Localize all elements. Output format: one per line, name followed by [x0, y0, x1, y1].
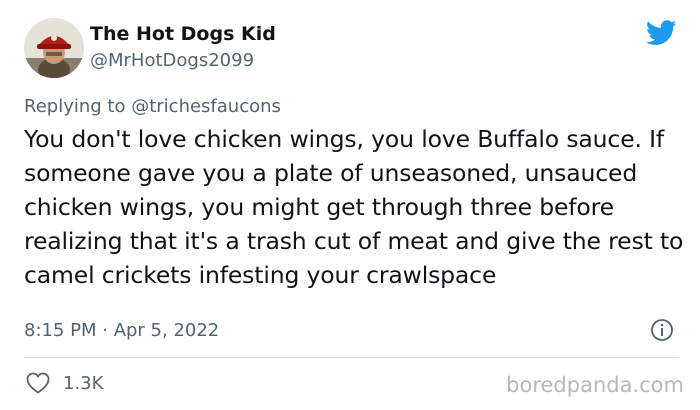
like-count[interactable]: 1.3K	[63, 373, 103, 395]
divider	[24, 357, 678, 358]
avatar[interactable]	[24, 18, 84, 78]
tweet-card: The Hot Dogs Kid @MrHotDogs2099 Replying…	[0, 0, 700, 410]
tweet-timestamp[interactable]: 8:15 PM · Apr 5, 2022	[24, 320, 219, 342]
heart-icon[interactable]	[26, 372, 50, 394]
twitter-bird-icon[interactable]	[645, 20, 677, 46]
person-in-red-cap-avatar-icon	[24, 18, 84, 78]
replying-to-label: Replying to	[24, 96, 126, 117]
info-icon[interactable]	[650, 318, 674, 342]
tweet-text: You don't love chicken wings, you love B…	[24, 125, 684, 289]
author-display-name[interactable]: The Hot Dogs Kid	[90, 22, 276, 46]
author-handle[interactable]: @MrHotDogs2099	[90, 50, 254, 72]
reply-to-handle-link[interactable]: @trichesfaucons	[131, 96, 281, 117]
watermark: boredpanda.com	[506, 373, 684, 397]
replying-to-line: Replying to @trichesfaucons	[24, 96, 281, 118]
